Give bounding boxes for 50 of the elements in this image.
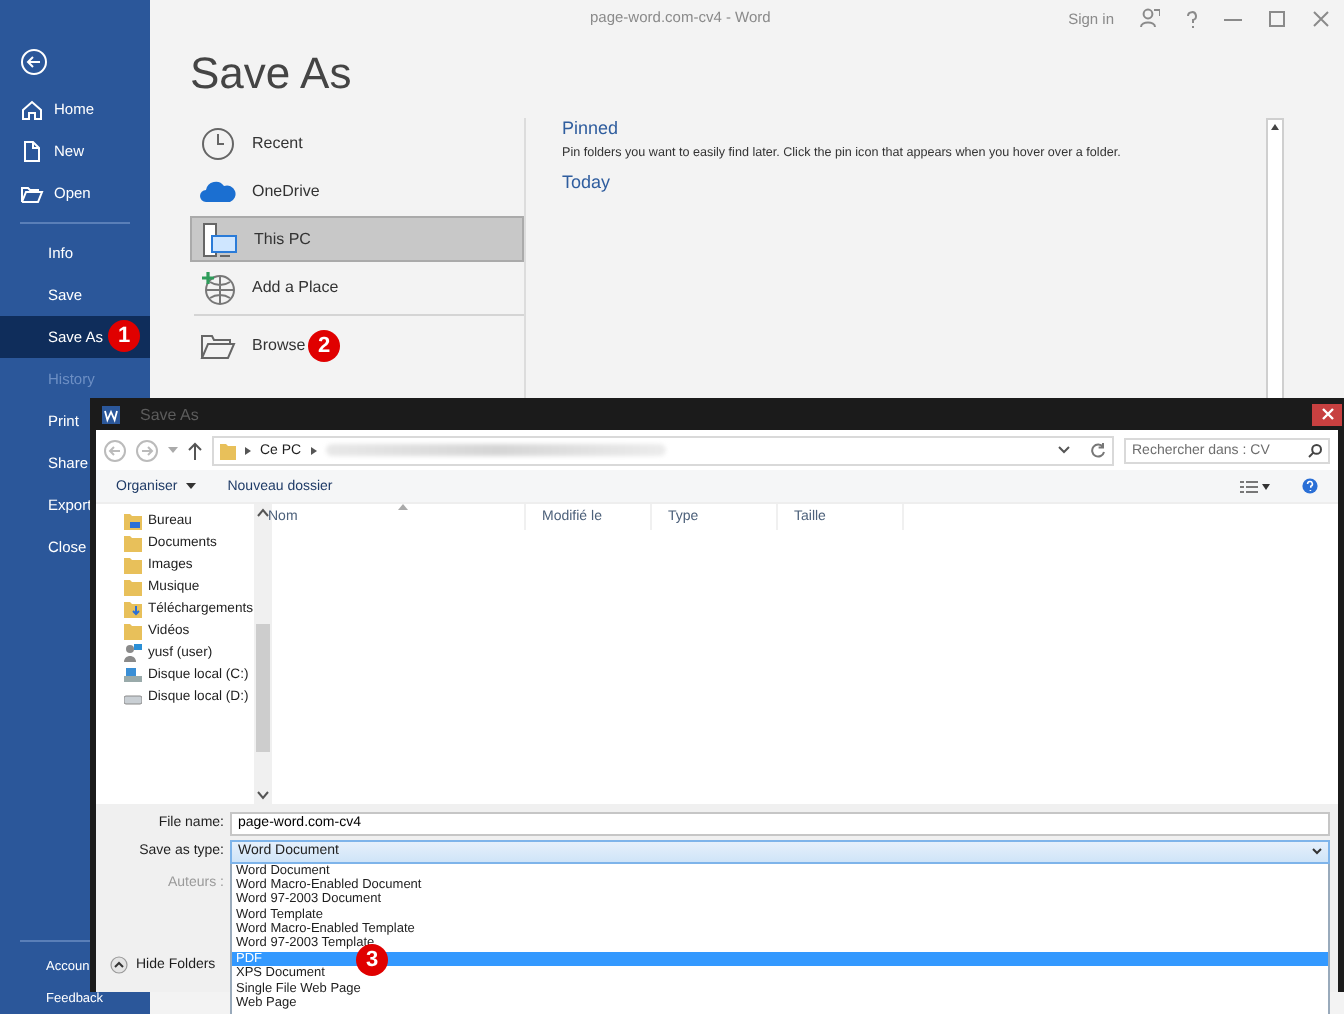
caret-icon[interactable]	[168, 446, 178, 454]
computer-icon	[202, 221, 238, 257]
section-heading: Pinned	[562, 118, 619, 138]
folder-icon	[20, 181, 44, 205]
location-item[interactable]: Recent	[190, 120, 524, 166]
person-icon[interactable]	[1140, 8, 1160, 28]
back-arrow-icon[interactable]	[104, 439, 126, 461]
document-icon	[20, 139, 44, 163]
user-icon	[124, 644, 142, 662]
step-number-badge: 3	[356, 943, 388, 976]
scroll-up-icon	[255, 508, 270, 518]
home-icon	[20, 97, 44, 121]
step-number-badge: 2	[308, 330, 340, 362]
forward-arrow-icon[interactable]	[136, 439, 158, 461]
chevron-right-icon	[309, 445, 318, 455]
word-logo-icon	[102, 405, 120, 423]
location-item[interactable]: Browse 2	[190, 322, 524, 368]
close-icon[interactable]	[1312, 9, 1330, 27]
chevron-down-icon	[1312, 847, 1322, 855]
dialog-title: Save As	[140, 405, 199, 423]
close-button[interactable]	[1312, 403, 1342, 425]
back-icon[interactable]	[20, 48, 48, 76]
drive-icon	[124, 666, 142, 684]
folder-icon	[124, 622, 142, 640]
chevron-up-circle-icon	[110, 956, 128, 974]
folder-icon	[220, 441, 236, 459]
section-heading: Today	[562, 172, 611, 192]
scroll-down-icon	[255, 790, 270, 800]
maximize-icon[interactable]	[1268, 9, 1286, 27]
help-icon[interactable]	[1186, 9, 1198, 27]
chevron-down-icon[interactable]	[1058, 446, 1070, 454]
location-item[interactable]: This PC	[190, 216, 524, 262]
download-folder-icon	[124, 600, 142, 618]
location-item[interactable]: OneDrive	[190, 168, 524, 214]
scroll-up-icon	[1268, 120, 1282, 134]
search-icon	[1308, 443, 1322, 457]
location-item[interactable]: Add a Place	[190, 264, 524, 310]
page-title: Save As	[190, 48, 352, 100]
globe-plus-icon	[200, 269, 236, 305]
scrollbar[interactable]	[253, 504, 272, 804]
help-icon[interactable]	[1302, 478, 1318, 494]
close-icon	[1321, 408, 1333, 420]
desktop-folder-icon	[124, 512, 142, 530]
up-arrow-icon[interactable]	[188, 441, 202, 459]
clock-icon	[200, 125, 236, 161]
step-number-badge: 1	[108, 320, 140, 352]
caret-icon	[185, 482, 196, 490]
refresh-icon[interactable]	[1090, 442, 1106, 458]
view-options-icon[interactable]	[1240, 479, 1270, 493]
chevron-right-icon	[244, 445, 252, 455]
